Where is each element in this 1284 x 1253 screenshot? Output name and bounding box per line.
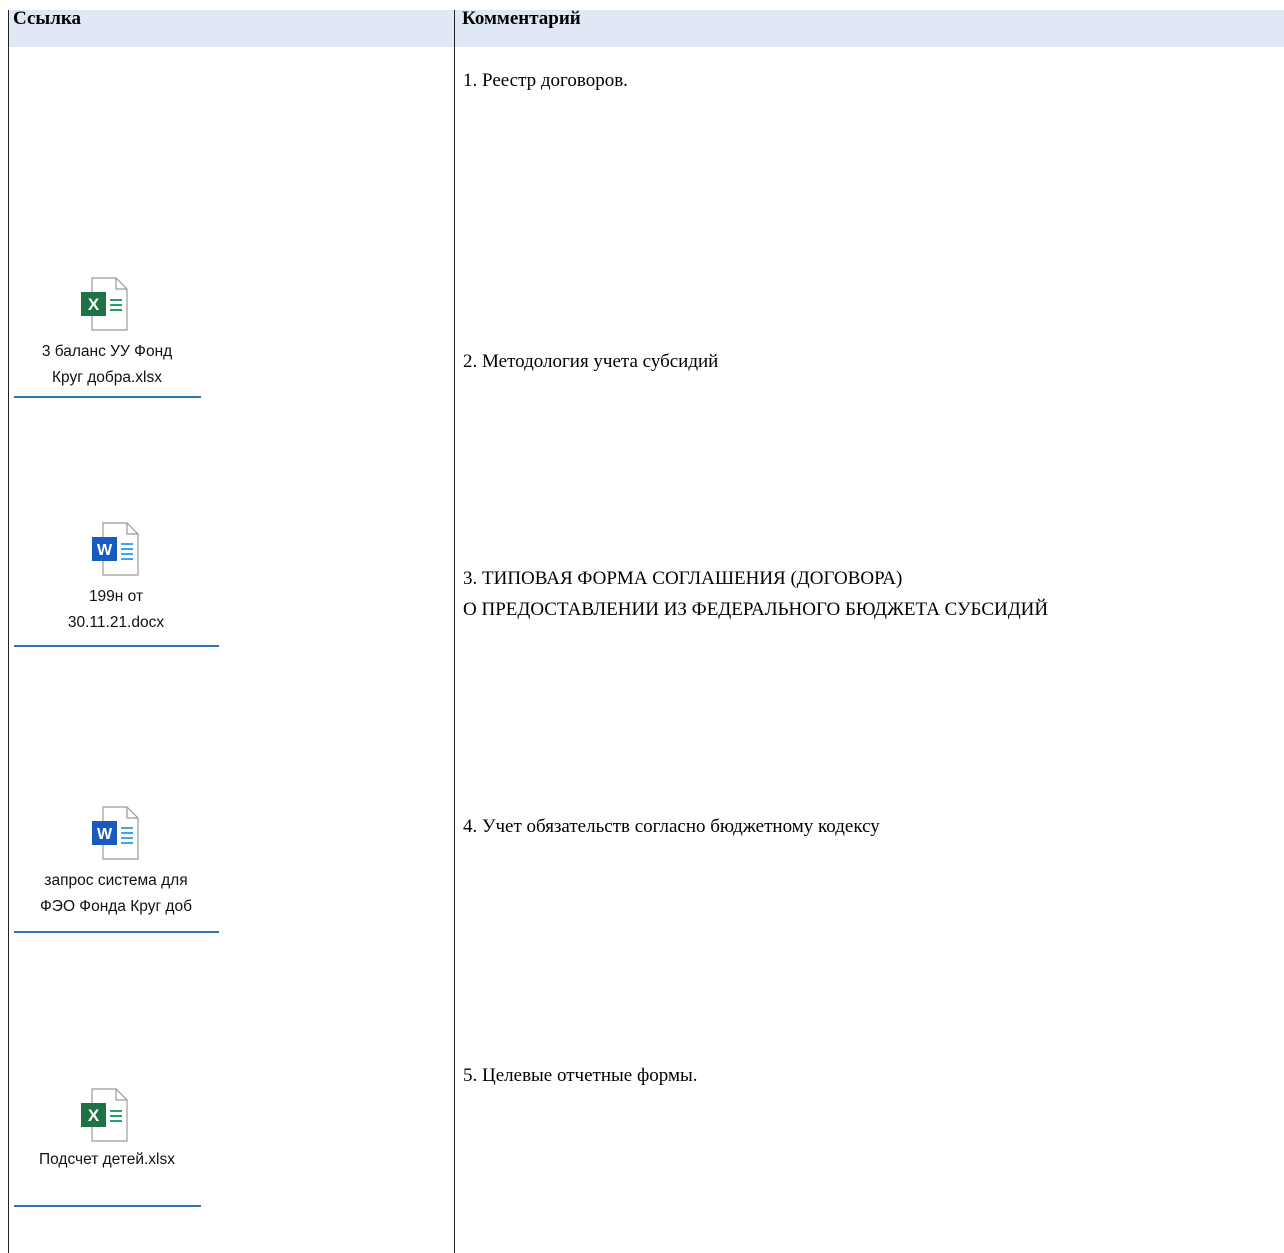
- table-left-border: [8, 10, 9, 1253]
- link-underline: [14, 645, 219, 647]
- comment-text: 4. Учет обязательств согласно бюджетному…: [463, 816, 880, 837]
- svg-text:W: W: [97, 826, 113, 843]
- comment-text: 5. Целевые отчетные формы.: [463, 1065, 698, 1086]
- word-icon: W: [92, 806, 139, 860]
- attachment-name: 3 баланс УУ Фонд: [41, 343, 173, 360]
- header-link: Ссылка: [13, 8, 82, 29]
- document-table: Ссылка Комментарий 1. Реестр договоров. …: [0, 0, 1284, 1253]
- attachment-name: 30.11.21.docx: [67, 614, 165, 631]
- word-icon: W: [92, 522, 139, 576]
- svg-text:X: X: [88, 295, 100, 314]
- link-underline: [14, 396, 201, 398]
- comment-text: 1. Реестр договоров.: [463, 70, 628, 91]
- attachment-name: Подсчет детей.xlsx: [39, 1151, 175, 1168]
- excel-icon: X: [81, 277, 128, 331]
- column-divider: [454, 10, 455, 1253]
- attachment-name: ФЭО Фонда Круг доб: [40, 898, 192, 915]
- comment-text: 2. Методология учета субсидий: [463, 351, 719, 372]
- table-header: [8, 10, 1284, 47]
- attachment-name: 199н от: [88, 588, 144, 605]
- svg-text:X: X: [88, 1106, 100, 1125]
- excel-icon: X: [81, 1088, 128, 1142]
- comment-text: 3. ТИПОВАЯ ФОРМА СОГЛАШЕНИЯ (ДОГОВОРА): [463, 568, 903, 589]
- comment-text: О ПРЕДОСТАВЛЕНИИ ИЗ ФЕДЕРАЛЬНОГО БЮДЖЕТА…: [463, 599, 1049, 620]
- link-underline: [14, 931, 219, 933]
- svg-text:W: W: [97, 542, 113, 559]
- header-comment: Комментарий: [462, 8, 581, 29]
- attachment-name: Круг добра.xlsx: [52, 369, 162, 386]
- link-underline: [14, 1205, 201, 1207]
- attachment-name: запрос система для: [44, 872, 188, 889]
